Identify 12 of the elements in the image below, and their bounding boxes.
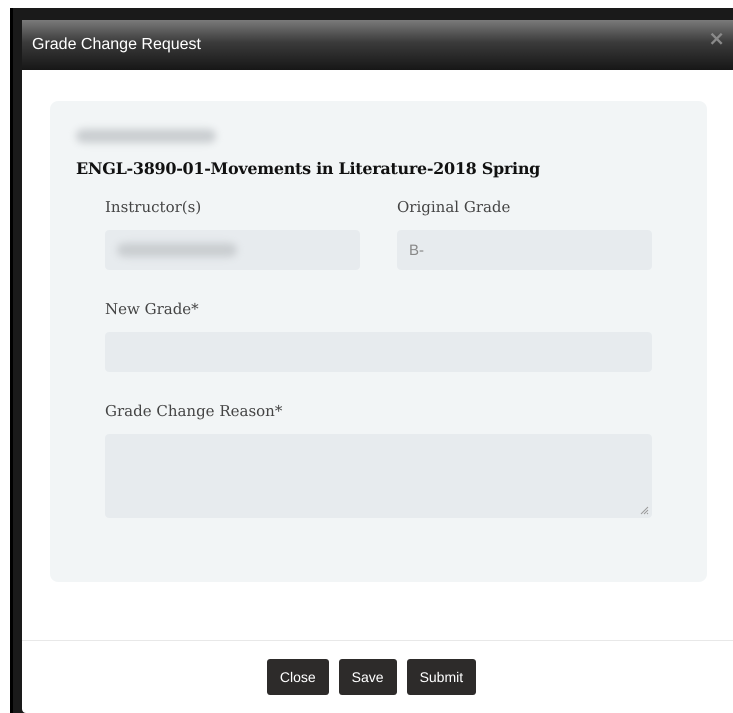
text-area[interactable] xyxy=(105,434,652,518)
course-title: ENGL-3890-01-Movements in Literature-2018 Spring xyxy=(76,159,542,178)
field-label: Original Grade xyxy=(397,198,512,216)
resize-grip-icon[interactable] xyxy=(640,506,649,515)
dialog-title: Grade Change Request xyxy=(32,36,201,54)
footer-button[interactable]: Close xyxy=(266,659,329,695)
field-label: Grade Change Reason* xyxy=(105,402,284,420)
footer-button[interactable]: Save xyxy=(338,659,397,695)
field-label: New Grade* xyxy=(105,300,200,318)
field-label: Instructor(s) xyxy=(105,198,202,216)
input-field[interactable] xyxy=(105,230,360,270)
footer-button[interactable]: Submit xyxy=(406,659,476,695)
